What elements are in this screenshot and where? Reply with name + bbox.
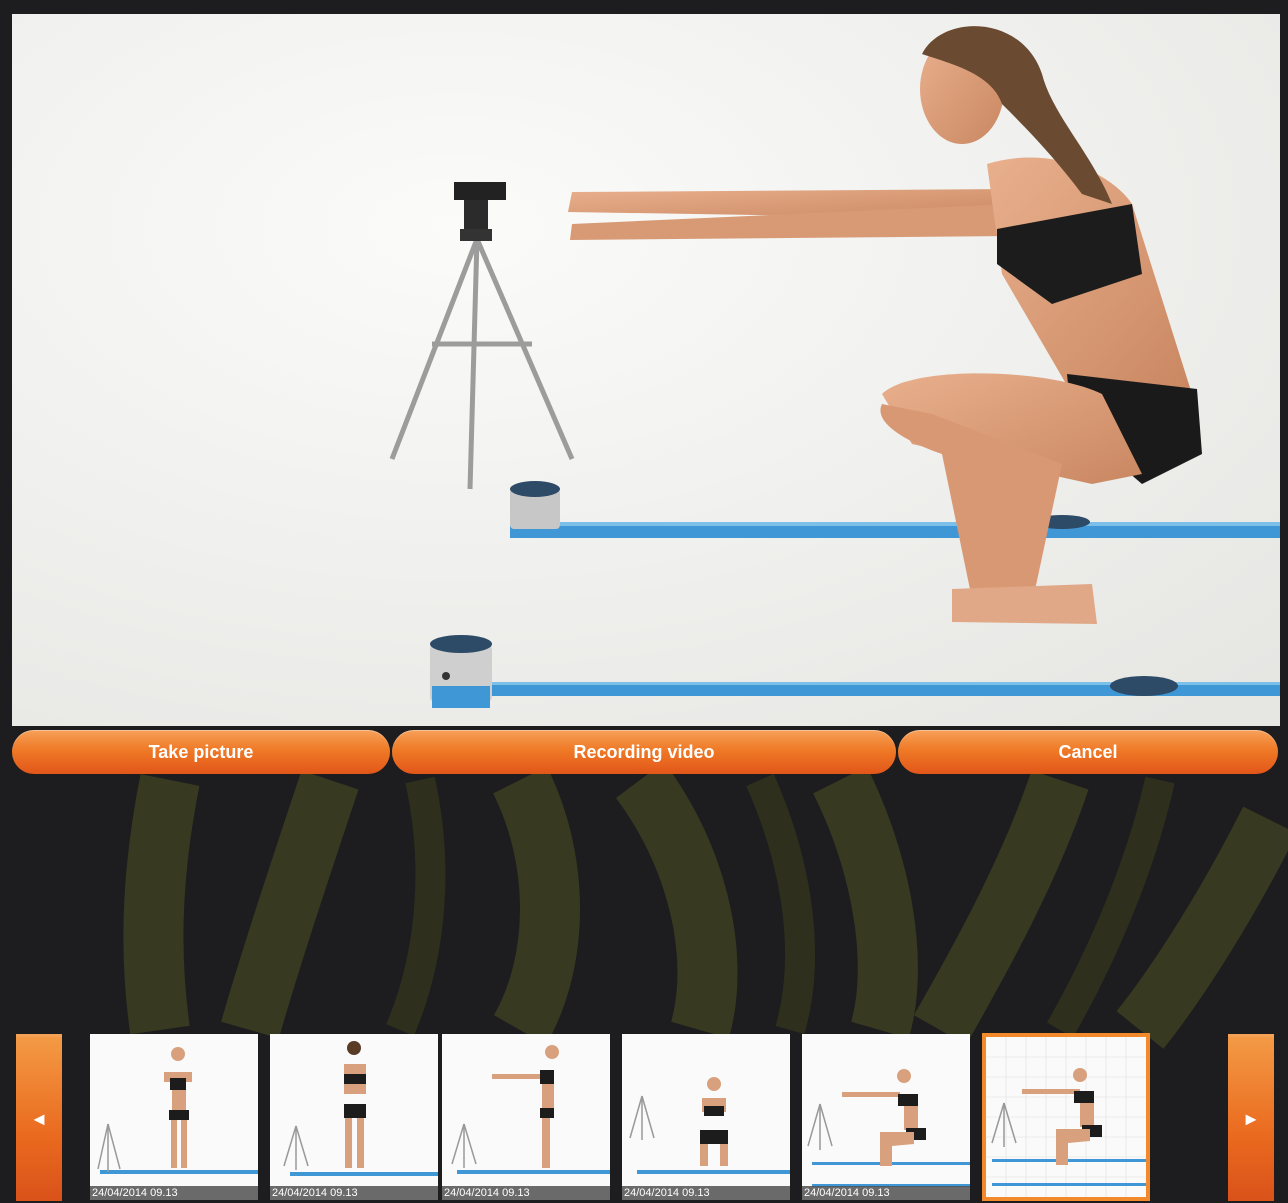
thumbnail-item[interactable]: 24/04/2014 09.13 xyxy=(802,1034,970,1200)
thumbnail-image xyxy=(807,1069,970,1187)
thumbnail-timestamp: 24/04/2014 09.13 xyxy=(90,1186,258,1200)
triangle-right-icon: ► xyxy=(1242,1108,1260,1129)
recording-video-button[interactable]: Recording video xyxy=(392,730,896,774)
camera-preview xyxy=(12,14,1280,726)
thumbnail-image xyxy=(283,1041,438,1176)
action-bar: Take picture Recording video Cancel xyxy=(12,730,1280,774)
thumbnail-image xyxy=(97,1047,258,1174)
thumbnail-item[interactable]: 24/04/2014 09.13 xyxy=(270,1034,438,1200)
thumbnail-image xyxy=(986,1037,1146,1197)
thumbnail-image xyxy=(629,1077,790,1174)
thumbnail-item[interactable]: 24/04/2014 09.13 xyxy=(622,1034,790,1200)
thumbnail-timestamp: 24/04/2014 09.13 xyxy=(622,1186,790,1200)
next-thumbnails-button[interactable]: ► xyxy=(1228,1034,1274,1201)
cancel-button[interactable]: Cancel xyxy=(898,730,1278,774)
previous-thumbnails-button[interactable]: ◄ xyxy=(16,1034,62,1201)
thumbnail-item[interactable]: 24/04/2014 09.13 xyxy=(442,1034,610,1200)
thumbnail-timestamp: 24/04/2014 09.13 xyxy=(802,1186,970,1200)
thumbnail-timestamp: 24/04/2014 09.13 xyxy=(442,1186,610,1200)
thumbnail-timestamp: 24/04/2014 09.13 xyxy=(270,1186,438,1200)
thumbnail-image xyxy=(451,1045,610,1174)
thumbnail-item[interactable]: 24/04/2014 09.13 xyxy=(90,1034,258,1200)
triangle-left-icon: ◄ xyxy=(30,1108,48,1129)
take-picture-button[interactable]: Take picture xyxy=(12,730,390,774)
thumbnail-item-selected[interactable] xyxy=(982,1033,1150,1201)
preview-image xyxy=(12,14,1280,726)
